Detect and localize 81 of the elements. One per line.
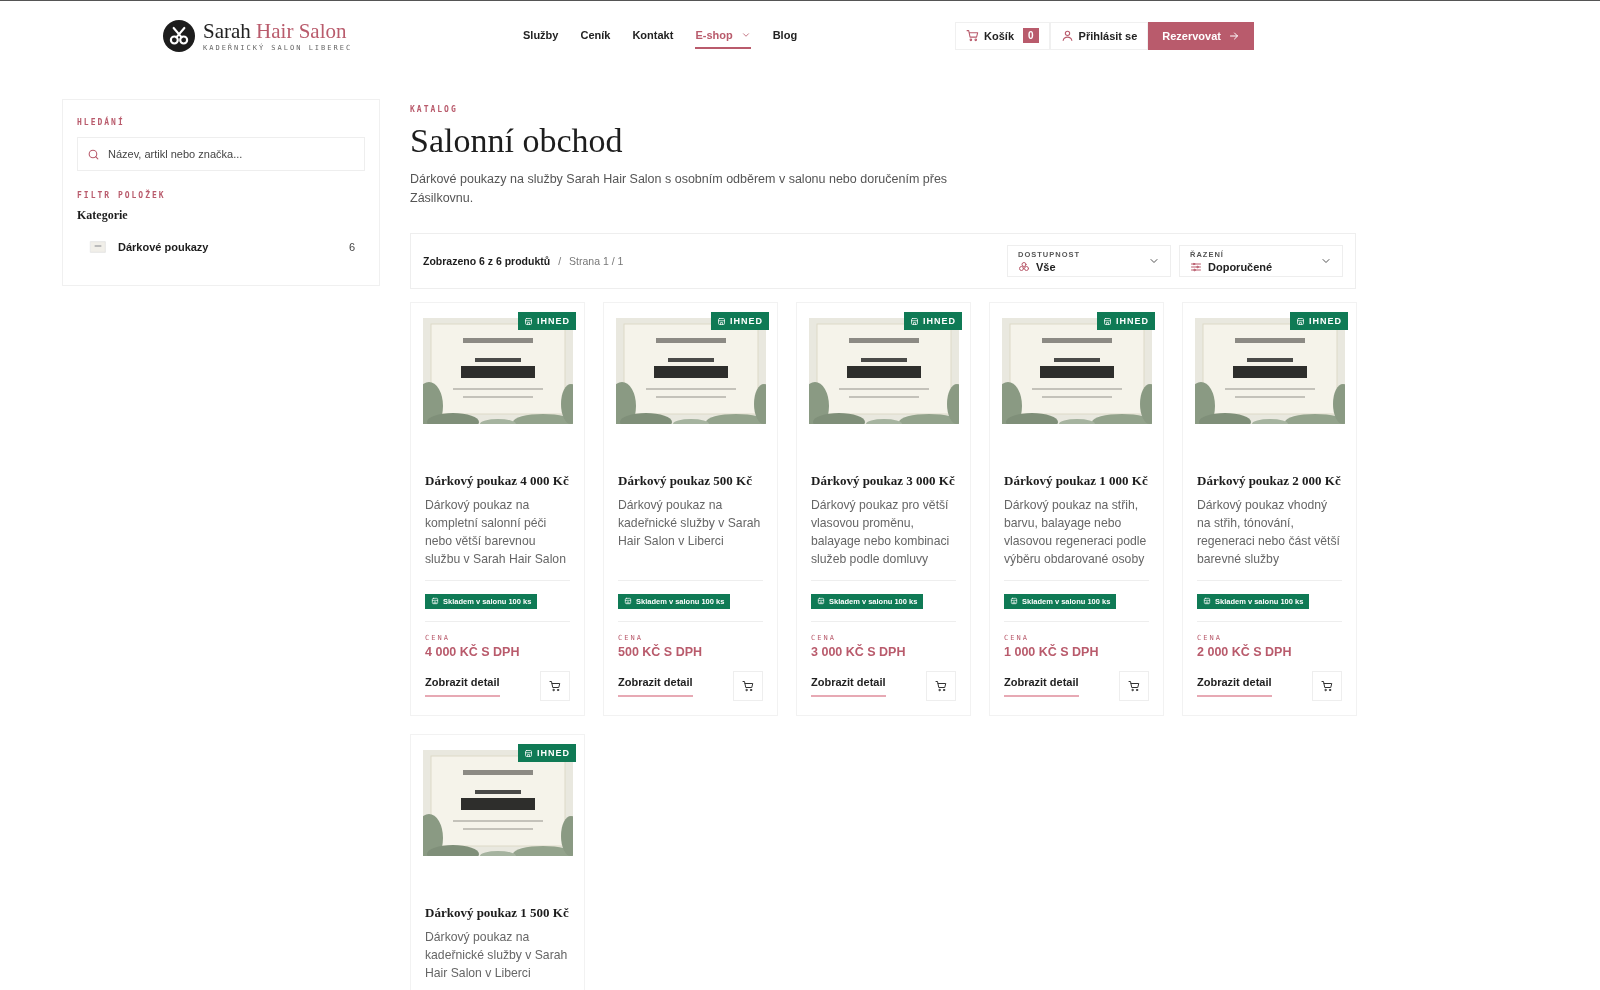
category-thumbnail-icon (87, 239, 109, 255)
availability-badge: IHNED (904, 312, 962, 330)
scissors-logo-icon (163, 19, 195, 52)
user-icon (1060, 29, 1074, 42)
reserve-button[interactable]: Rezervovat (1148, 21, 1254, 50)
product-description: Dárkový poukaz na kadeřnické služby v Sarah Hair Salon v Liberci (618, 497, 762, 550)
product-title[interactable]: Dárkový poukaz 4 000 Kč (425, 473, 570, 489)
store-icon (1296, 316, 1305, 326)
nav-link[interactable]: Kontakt (632, 22, 674, 49)
detail-link[interactable]: Zobrazit detail (1197, 675, 1272, 697)
product-description: Dárkový poukaz pro větší vlasovou proměnu, balayage nebo kombinaci služeb podle domluvy (811, 497, 951, 568)
availability-icon (1018, 260, 1030, 273)
cart-icon (1321, 680, 1333, 692)
section-label: FILTR POLOŽEK (77, 191, 167, 200)
nav-link[interactable]: Ceník (580, 22, 611, 49)
product-price: 4 000 KČ S DPH (425, 645, 521, 659)
nav-link[interactable]: Blog (772, 22, 798, 49)
store-icon (717, 316, 726, 326)
search-icon (87, 148, 100, 161)
product-price: 3 000 KČ S DPH (811, 645, 907, 659)
cart-icon (742, 680, 754, 692)
detail-link[interactable]: Zobrazit detail (618, 675, 693, 697)
product-description: Dárkový poukaz na kompletní salonní péči nebo větší barevnou službu v Sarah Hair Salon (425, 497, 567, 568)
detail-link[interactable]: Zobrazit detail (425, 675, 500, 697)
sliders-icon (1190, 260, 1202, 273)
filter-value: Vše (1036, 260, 1056, 273)
availability-badge: IHNED (711, 312, 769, 330)
cart-button[interactable]: Košík 0 (955, 21, 1050, 50)
store-icon (910, 316, 919, 326)
product-description: Dárkový poukaz na střih, barvu, balayage nebo vlasovou regeneraci podle výběru obdarované osoby (1004, 497, 1148, 568)
store-icon (624, 597, 632, 605)
product-price: 500 KČ S DPH (618, 645, 704, 659)
category-count: 6 (348, 241, 355, 253)
availability-badge: IHNED (1097, 312, 1155, 330)
cart-icon (935, 680, 947, 692)
nav-link[interactable]: E-shop (695, 22, 751, 49)
section-label: HLEDÁNÍ (77, 118, 126, 127)
store-icon (817, 597, 825, 605)
add-to-cart-button[interactable] (1312, 671, 1342, 701)
product-title[interactable]: Dárkový poukaz 500 Kč (618, 473, 763, 489)
detail-link[interactable]: Zobrazit detail (811, 675, 886, 697)
cart-icon (549, 680, 561, 692)
brand-name[interactable]: Sarah Hair Salon (203, 19, 353, 42)
nav-link[interactable]: Služby (523, 22, 559, 49)
search-field[interactable]: Název, artikl nebo značka... (77, 137, 365, 171)
availability-badge: IHNED (518, 744, 576, 762)
add-to-cart-button[interactable] (1119, 671, 1149, 701)
cart-count: 0 (1023, 28, 1039, 43)
product-title[interactable]: Dárkový poukaz 2 000 Kč (1197, 473, 1342, 489)
add-to-cart-button[interactable] (540, 671, 570, 701)
results-count: Zobrazeno 6 z 6 produktů (423, 255, 551, 267)
category-heading: Kategorie (77, 208, 129, 223)
product-description: Dárkový poukaz vhodný na střih, tónování, regeneraci nebo část větší barevné služby (1197, 497, 1341, 568)
product-title[interactable]: Dárkový poukaz 1 000 Kč (1004, 473, 1149, 489)
product-price: 2 000 KČ S DPH (1197, 645, 1293, 659)
login-button[interactable]: Přihlásit se (1049, 21, 1149, 50)
product-title[interactable]: Dárkový poukaz 1 500 Kč (425, 905, 570, 921)
store-icon (524, 316, 533, 326)
page-title: Salonní obchod (410, 122, 624, 160)
store-icon (524, 748, 533, 758)
product-price: 1 000 KČ S DPH (1004, 645, 1100, 659)
store-icon (1203, 597, 1211, 605)
store-icon (1010, 597, 1018, 605)
separator: / (558, 255, 562, 267)
arrow-right-icon (1228, 29, 1240, 42)
availability-badge: IHNED (1290, 312, 1348, 330)
availability-badge: IHNED (518, 312, 576, 330)
cart-icon (1128, 680, 1140, 692)
add-to-cart-button[interactable] (926, 671, 956, 701)
page-indicator: Strana 1 / 1 (569, 255, 624, 267)
cart-icon (966, 29, 980, 42)
store-icon (1103, 316, 1112, 326)
filter-value: Doporučené (1208, 260, 1273, 273)
detail-link[interactable]: Zobrazit detail (1004, 675, 1079, 697)
store-icon (431, 597, 439, 605)
page-description: Dárkové poukazy na služby Sarah Hair Salon s osobním odběrem v salonu nebo doručením přes Zásilkovnu. (410, 171, 949, 207)
product-description: Dárkový poukaz na kadeřnické služby v Sarah Hair Salon v Liberci (425, 929, 569, 982)
section-label: KATALOG (410, 105, 459, 114)
add-to-cart-button[interactable] (733, 671, 763, 701)
category-item[interactable]: Dárkové poukazy 6 (77, 223, 365, 271)
product-title[interactable]: Dárkový poukaz 3 000 Kč (811, 473, 956, 489)
